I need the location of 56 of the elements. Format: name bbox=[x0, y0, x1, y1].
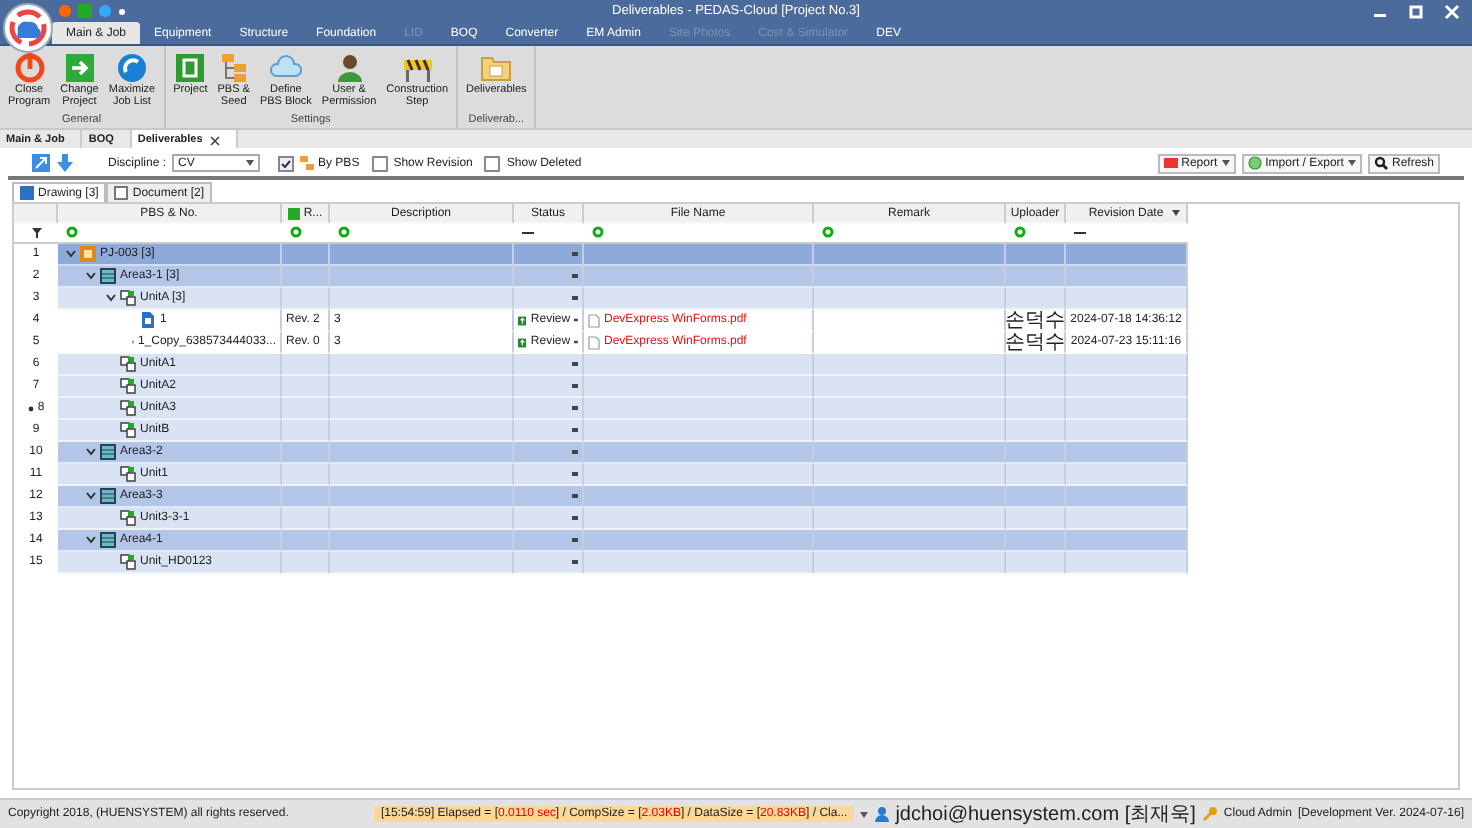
dash-icon[interactable] bbox=[1074, 229, 1086, 235]
area-icon bbox=[100, 488, 116, 504]
search-icon bbox=[1373, 156, 1388, 170]
tree-icon bbox=[300, 156, 315, 170]
checkbox[interactable] bbox=[371, 155, 388, 171]
tree-icon bbox=[217, 52, 250, 84]
filter-condition-icon[interactable] bbox=[822, 226, 834, 238]
drawing-icon bbox=[20, 186, 34, 200]
power-icon[interactable] bbox=[58, 4, 72, 18]
filter-condition-icon[interactable] bbox=[1014, 226, 1026, 238]
unit-icon bbox=[120, 466, 136, 482]
status-icon bbox=[518, 335, 527, 349]
close-icon[interactable] bbox=[210, 135, 221, 145]
power-icon bbox=[13, 52, 46, 84]
caret-icon[interactable] bbox=[1172, 210, 1180, 216]
chevron-icon[interactable] bbox=[86, 448, 96, 456]
user-account: jdchoi@huensystem.com [최재욱] bbox=[895, 802, 1196, 828]
area-icon bbox=[100, 444, 116, 460]
project-icon bbox=[174, 52, 207, 84]
user-icon bbox=[873, 806, 890, 822]
unit-icon bbox=[120, 290, 136, 306]
key-icon bbox=[1201, 806, 1218, 822]
unit-icon bbox=[120, 378, 136, 394]
unit-icon bbox=[120, 422, 136, 438]
refresh-circle-icon bbox=[115, 52, 148, 84]
down-arrow-icon[interactable] bbox=[56, 154, 74, 172]
filter-condition-icon[interactable] bbox=[338, 226, 350, 238]
status-icon bbox=[518, 313, 527, 327]
unit-icon bbox=[120, 356, 136, 372]
caret-icon[interactable] bbox=[1347, 160, 1356, 166]
restore-icon[interactable] bbox=[1408, 4, 1424, 20]
caret-icon[interactable] bbox=[246, 160, 255, 166]
filter-condition-icon[interactable] bbox=[592, 226, 604, 238]
unit-icon bbox=[120, 400, 136, 416]
column-icon bbox=[287, 207, 300, 219]
chevron-icon[interactable] bbox=[86, 536, 96, 544]
unit-icon bbox=[120, 554, 136, 570]
dash-icon[interactable] bbox=[522, 229, 534, 235]
checkbox[interactable] bbox=[484, 155, 501, 171]
chevron-icon[interactable] bbox=[66, 250, 76, 258]
caret-icon[interactable] bbox=[1221, 160, 1230, 166]
report-icon bbox=[1163, 156, 1178, 170]
chevron-icon[interactable] bbox=[86, 492, 96, 500]
folder-icon bbox=[480, 52, 513, 84]
area-icon bbox=[100, 268, 116, 284]
filter-condition-icon[interactable] bbox=[66, 226, 78, 238]
row-indicator-icon bbox=[27, 405, 34, 411]
filter-condition-icon[interactable] bbox=[290, 226, 302, 238]
project-icon bbox=[80, 246, 96, 262]
area-icon bbox=[100, 532, 116, 548]
unit-icon bbox=[120, 510, 136, 526]
person-icon bbox=[333, 52, 366, 84]
expand-icon[interactable] bbox=[32, 154, 50, 172]
chevron-icon[interactable] bbox=[106, 294, 116, 302]
checkbox[interactable] bbox=[278, 155, 295, 171]
chevron-icon[interactable] bbox=[86, 272, 96, 280]
